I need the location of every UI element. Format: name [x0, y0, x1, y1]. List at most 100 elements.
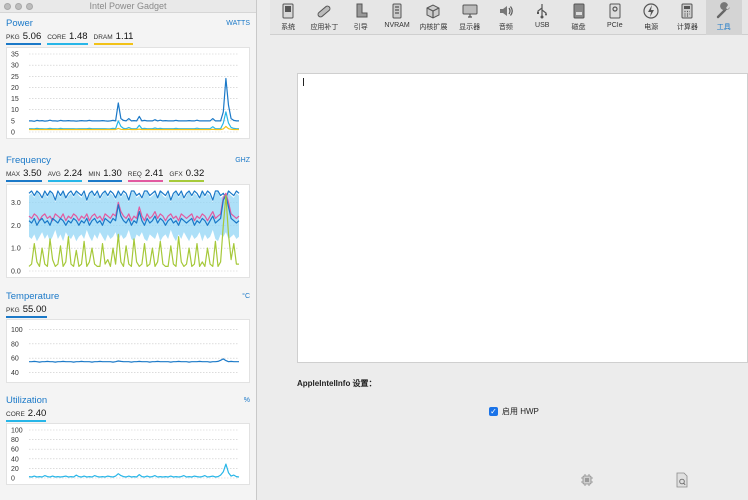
text-caret — [303, 78, 304, 86]
toolbar-item-label: 磁盘 — [571, 24, 586, 31]
toolbar-item-usb[interactable]: USB — [524, 0, 560, 35]
boot-icon — [356, 3, 368, 18]
y-tick-label: 80 — [11, 341, 19, 348]
toolbar-item-patch-bandage[interactable]: 应用补丁 — [306, 0, 342, 35]
frequency-stat-min: MIN 1.30 — [88, 168, 122, 182]
frequency-unit: GHZ — [235, 156, 250, 164]
stat-value: 5.06 — [22, 31, 42, 42]
stat-value: 2.24 — [63, 168, 83, 179]
y-tick-label: 20 — [11, 85, 19, 92]
utilization-heading: Utilization — [6, 394, 48, 406]
y-tick-label: 20 — [11, 466, 19, 473]
stat-value: 3.50 — [23, 168, 42, 179]
enable-hwp-checkbox[interactable]: ✓ 启用 HWP — [489, 406, 539, 417]
stat-value: 1.30 — [103, 168, 122, 179]
toolbar-item-speaker[interactable]: 音频 — [488, 0, 524, 35]
nvram-chip-icon — [392, 3, 402, 19]
stat-label: REQ — [127, 171, 142, 178]
hackintool-toolbar: 系统 应用补丁 引导 NVRAM 内核扩展 显示器 音频 USB 磁盘 PCIe 电源 计算器 工具 — [270, 0, 748, 35]
y-tick-label: 0 — [11, 130, 15, 137]
utilization-chart-svg: 100 80 60 40 20 0 — [11, 428, 240, 483]
frequency-panel: Frequency GHZ MAX 3.50 AVG 2.24 MIN 1.30 REQ 2.… — [6, 154, 250, 182]
pcie-card-icon — [609, 3, 621, 19]
toolbar-item-label: 系统 — [281, 24, 296, 31]
usb-icon — [537, 4, 548, 19]
power-bolt-icon — [643, 3, 659, 19]
stat-label: CORE — [47, 34, 67, 41]
power-gadget-window: Intel Power Gadget Power WATTS PKG 5.06 CO… — [0, 0, 257, 500]
stat-label: DRAM — [93, 34, 113, 41]
stat-label: PKG — [6, 307, 20, 314]
y-tick-label: 40 — [11, 370, 19, 377]
frequency-stat-req: REQ 2.41 — [127, 168, 164, 182]
toolbar-item-power-bolt[interactable]: 电源 — [633, 0, 669, 35]
toolbar-item-label: 工具 — [716, 24, 731, 31]
utilization-stats: CORE 2.40 — [6, 408, 250, 422]
frequency-heading: Frequency — [6, 154, 51, 166]
stat-label: PKG — [6, 34, 20, 41]
toolbar-item-computer[interactable]: 系统 — [270, 0, 306, 35]
stat-label: MAX — [6, 171, 21, 178]
patch-bandage-icon — [317, 5, 331, 18]
y-tick-label: 0 — [11, 476, 15, 483]
toolbar-item-label: 音频 — [498, 24, 513, 31]
toolbar-item-wrench[interactable]: 工具 — [705, 0, 742, 35]
stat-label: GFX — [169, 171, 183, 178]
frequency-chart-svg: 3.0 2.0 1.0 0.0 — [11, 190, 240, 276]
frequency-stat-max: MAX 3.50 — [6, 168, 42, 182]
power-stat-dram: DRAM 1.11 — [93, 31, 134, 45]
enable-hwp-label: 启用 HWP — [502, 407, 539, 416]
y-tick-label: 3.0 — [11, 200, 21, 207]
y-tick-label: 60 — [11, 447, 19, 454]
toolbar-item-display[interactable]: 显示器 — [451, 0, 487, 35]
y-tick-label: 30 — [11, 63, 19, 70]
output-text-area[interactable] — [297, 73, 748, 363]
toolbar-item-nvram-chip[interactable]: NVRAM — [379, 0, 415, 35]
y-tick-label: 5 — [11, 118, 15, 125]
stat-label: CORE — [6, 411, 25, 418]
toolbar-item-label: USB — [535, 22, 550, 29]
y-tick-label: 0.0 — [11, 269, 21, 276]
toolbar-item-disk[interactable]: 磁盘 — [560, 0, 596, 35]
power-series-0 — [29, 77, 239, 122]
y-tick-label: 15 — [11, 96, 19, 103]
stat-value: 2.41 — [144, 168, 164, 179]
checkmark-icon[interactable]: ✓ — [489, 407, 498, 416]
power-gadget-titlebar: Intel Power Gadget — [0, 0, 256, 13]
temperature-chart: 100 80 60 40 — [6, 319, 250, 383]
power-stat-core: CORE 1.48 — [47, 31, 88, 45]
toolbar-item-kernel-extension[interactable]: 内核扩展 — [415, 0, 451, 35]
y-tick-label: 2.0 — [11, 223, 21, 230]
y-tick-label: 40 — [11, 456, 19, 463]
y-tick-label: 100 — [11, 327, 23, 334]
power-stats: PKG 5.06 CORE 1.48 DRAM 1.11 — [6, 31, 250, 45]
temperature-unit: °C — [242, 292, 250, 300]
toolbar-item-label: 电源 — [644, 24, 659, 31]
toolbar-item-label: 计算器 — [676, 24, 698, 31]
document-search-icon[interactable] — [675, 472, 689, 488]
toolbar-item-calculator[interactable]: 计算器 — [669, 0, 705, 35]
cpu-chip-icon[interactable] — [580, 473, 594, 487]
wrench-icon — [716, 2, 730, 19]
temperature-heading: Temperature — [6, 290, 60, 302]
calculator-icon — [681, 3, 693, 19]
temperature-stats: PKG 55.00 — [6, 304, 250, 318]
y-tick-label: 10 — [11, 107, 19, 114]
utilization-panel: Utilization % CORE 2.40 — [6, 394, 250, 422]
y-tick-label: 80 — [11, 437, 19, 444]
toolbar-item-label: 应用补丁 — [310, 24, 339, 31]
y-tick-label: 35 — [11, 52, 19, 59]
y-tick-label: 100 — [11, 428, 23, 435]
stat-value: 55.00 — [22, 304, 47, 315]
stat-label: MIN — [88, 171, 101, 178]
toolbar-item-pcie-card[interactable]: PCIe — [597, 0, 633, 35]
power-unit: WATTS — [226, 19, 250, 27]
toolbar-item-boot[interactable]: 引导 — [343, 0, 379, 35]
toolbar-item-label: 显示器 — [459, 24, 481, 31]
y-tick-label: 25 — [11, 74, 19, 81]
stat-label: AVG — [47, 171, 61, 178]
kernel-extension-icon — [426, 4, 440, 19]
temperature-stat-pkg: PKG 55.00 — [6, 304, 47, 318]
hackintool-window: 系统 应用补丁 引导 NVRAM 内核扩展 显示器 音频 USB 磁盘 PCIe 电源 计算器 工具 A… — [270, 0, 748, 500]
power-panel: Power WATTS PKG 5.06 CORE 1.48 DRAM 1.11 — [6, 17, 250, 45]
